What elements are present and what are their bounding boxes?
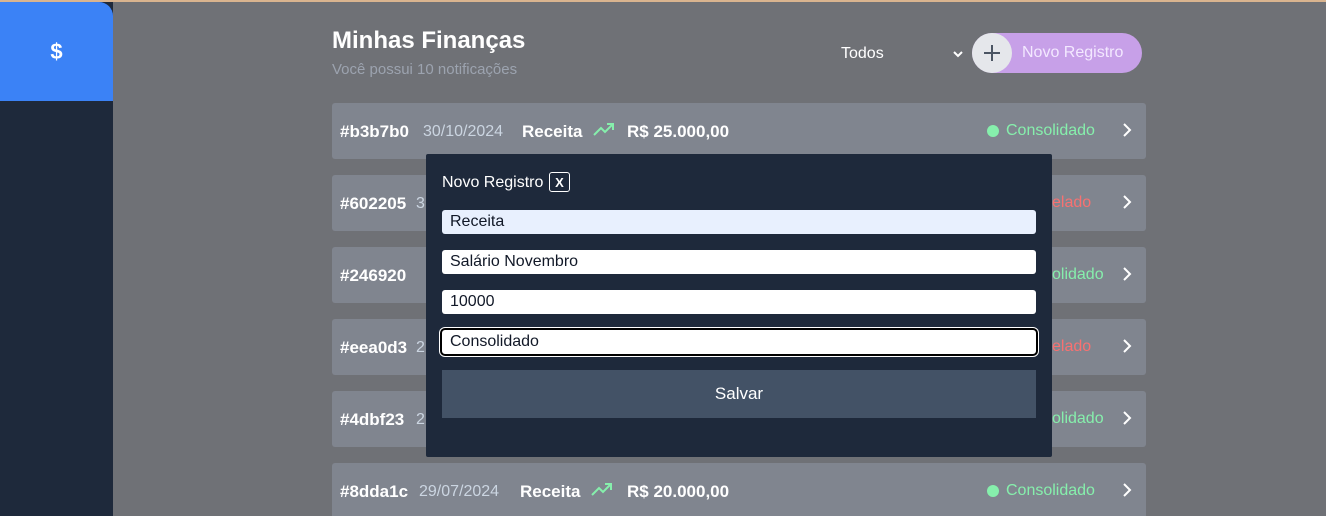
modal-title: Novo Registro: [442, 174, 544, 191]
record-id: #b3b7b0: [340, 122, 409, 141]
record-id: #eea0d3: [340, 338, 408, 357]
trending-up-icon: [591, 481, 613, 502]
status-label: olidado: [1052, 266, 1104, 283]
record-id: #8dda1c: [340, 482, 409, 501]
amount-input[interactable]: 10000: [442, 290, 1036, 314]
description-input[interactable]: Salário Novembro: [442, 250, 1036, 274]
sidebar: $: [0, 2, 113, 516]
top-accent-line: [0, 0, 1326, 2]
record-date: 2: [416, 411, 425, 428]
record-row[interactable]: #b3b7b0 30/10/2024 Receita R$ 25.000,00 …: [332, 103, 1146, 159]
record-type: Receita: [520, 482, 581, 501]
chevron-down-icon: [953, 47, 963, 61]
page-title: Minhas Finanças: [332, 27, 526, 54]
record-id: #602205: [340, 194, 407, 213]
record-id: #4dbf23: [340, 410, 405, 429]
chevron-right-icon[interactable]: [1122, 265, 1132, 288]
status-dot: [987, 485, 999, 497]
record-date: 29/07/2024: [419, 483, 500, 500]
status-label: Consolidado: [1006, 482, 1095, 499]
save-button[interactable]: Salvar: [442, 370, 1036, 418]
trending-up-icon: [593, 121, 615, 142]
record-amount: R$ 20.000,00: [627, 482, 730, 501]
chevron-right-icon[interactable]: [1122, 193, 1132, 216]
plus-icon: [972, 33, 1012, 73]
dollar-icon: $: [50, 38, 63, 64]
record-date: 2: [416, 339, 425, 356]
sidebar-item-finances[interactable]: $: [0, 2, 113, 101]
status-badge: Consolidado: [987, 122, 1095, 140]
status-label: elado: [1052, 338, 1092, 355]
type-select[interactable]: Receita: [442, 210, 1036, 234]
new-record-label: Novo Registro: [1022, 44, 1124, 61]
chevron-right-icon[interactable]: [1122, 337, 1132, 360]
record-date: 30/10/2024: [423, 123, 504, 140]
filter-select[interactable]: Todos: [841, 40, 963, 68]
status-select[interactable]: Consolidado: [440, 328, 1038, 356]
filter-value: Todos: [841, 45, 884, 62]
chevron-right-icon[interactable]: [1122, 409, 1132, 432]
new-record-modal: Novo Registro X Receita Salário Novembro…: [426, 154, 1052, 457]
notifications-subtitle: Você possui 10 notificações: [332, 61, 518, 78]
record-id: #246920: [340, 266, 407, 285]
status-badge: Consolidado: [987, 482, 1095, 500]
close-button[interactable]: X: [549, 172, 570, 192]
status-label: elado: [1052, 194, 1092, 211]
status-label: Consolidado: [1006, 122, 1095, 139]
record-amount: R$ 25.000,00: [627, 122, 730, 141]
record-date: 3: [416, 195, 425, 212]
status-dot: [987, 125, 999, 137]
status-label: olidado: [1052, 410, 1104, 427]
chevron-right-icon[interactable]: [1122, 121, 1132, 144]
new-record-button[interactable]: Novo Registro: [972, 33, 1142, 73]
record-row[interactable]: #8dda1c 29/07/2024 Receita R$ 20.000,00 …: [332, 463, 1146, 516]
chevron-right-icon[interactable]: [1122, 481, 1132, 504]
record-type: Receita: [522, 122, 583, 141]
